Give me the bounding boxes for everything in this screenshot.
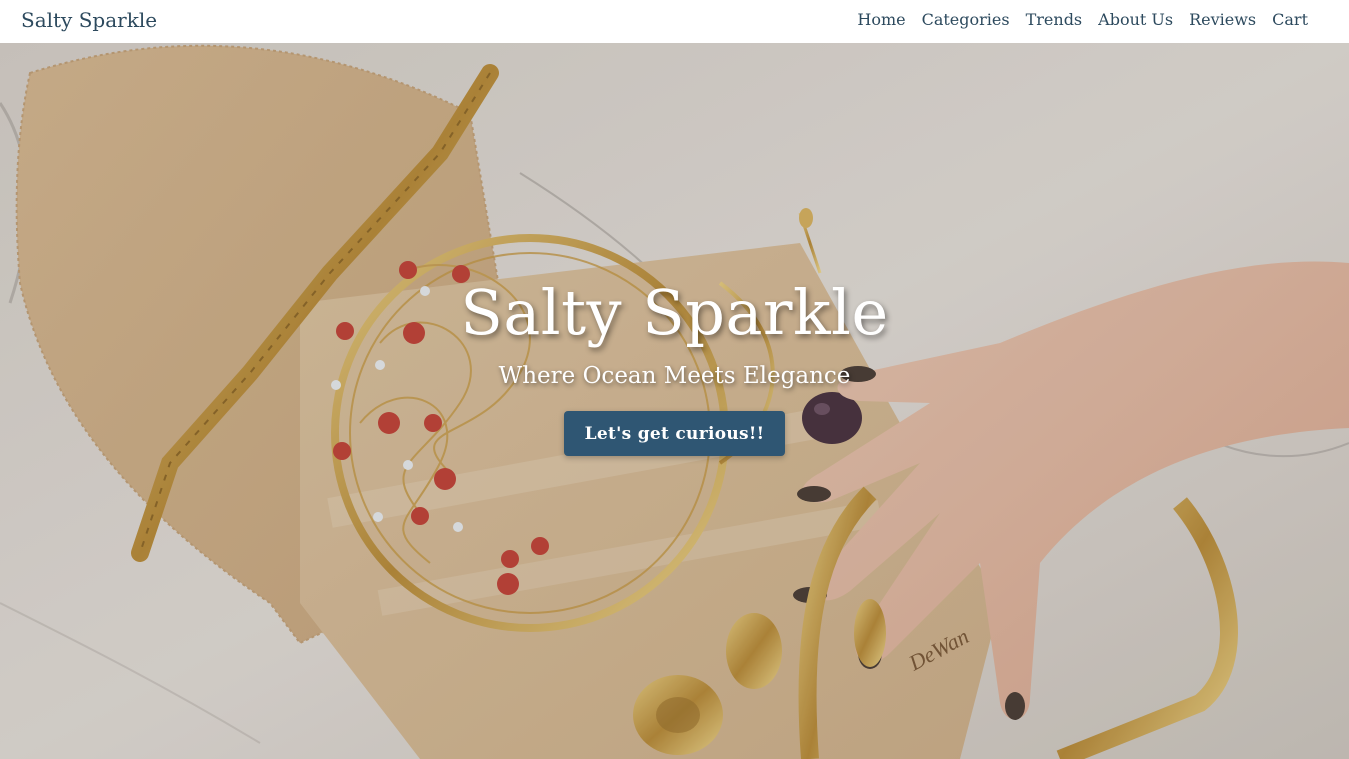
hero-section: DeWan Salty Sparkle Where Ocean Meets El… bbox=[0, 43, 1349, 759]
nav-link-about-us[interactable]: About Us bbox=[1098, 10, 1173, 29]
hero-title: Salty Sparkle bbox=[460, 276, 889, 349]
nav-links: Home Categories Trends About Us Reviews … bbox=[841, 10, 1308, 29]
nav-link-reviews[interactable]: Reviews bbox=[1189, 10, 1256, 29]
nav-link-home[interactable]: Home bbox=[857, 10, 905, 29]
hero-content: Salty Sparkle Where Ocean Meets Elegance… bbox=[0, 43, 1349, 759]
nav-link-categories[interactable]: Categories bbox=[922, 10, 1010, 29]
top-navbar: Salty Sparkle Home Categories Trends Abo… bbox=[0, 0, 1349, 43]
hero-subtitle: Where Ocean Meets Elegance bbox=[498, 363, 851, 389]
nav-link-cart[interactable]: Cart bbox=[1272, 10, 1308, 29]
brand-logo-link[interactable]: Salty Sparkle bbox=[21, 8, 157, 32]
get-curious-button[interactable]: Let's get curious!! bbox=[564, 411, 785, 456]
nav-link-trends[interactable]: Trends bbox=[1026, 10, 1083, 29]
